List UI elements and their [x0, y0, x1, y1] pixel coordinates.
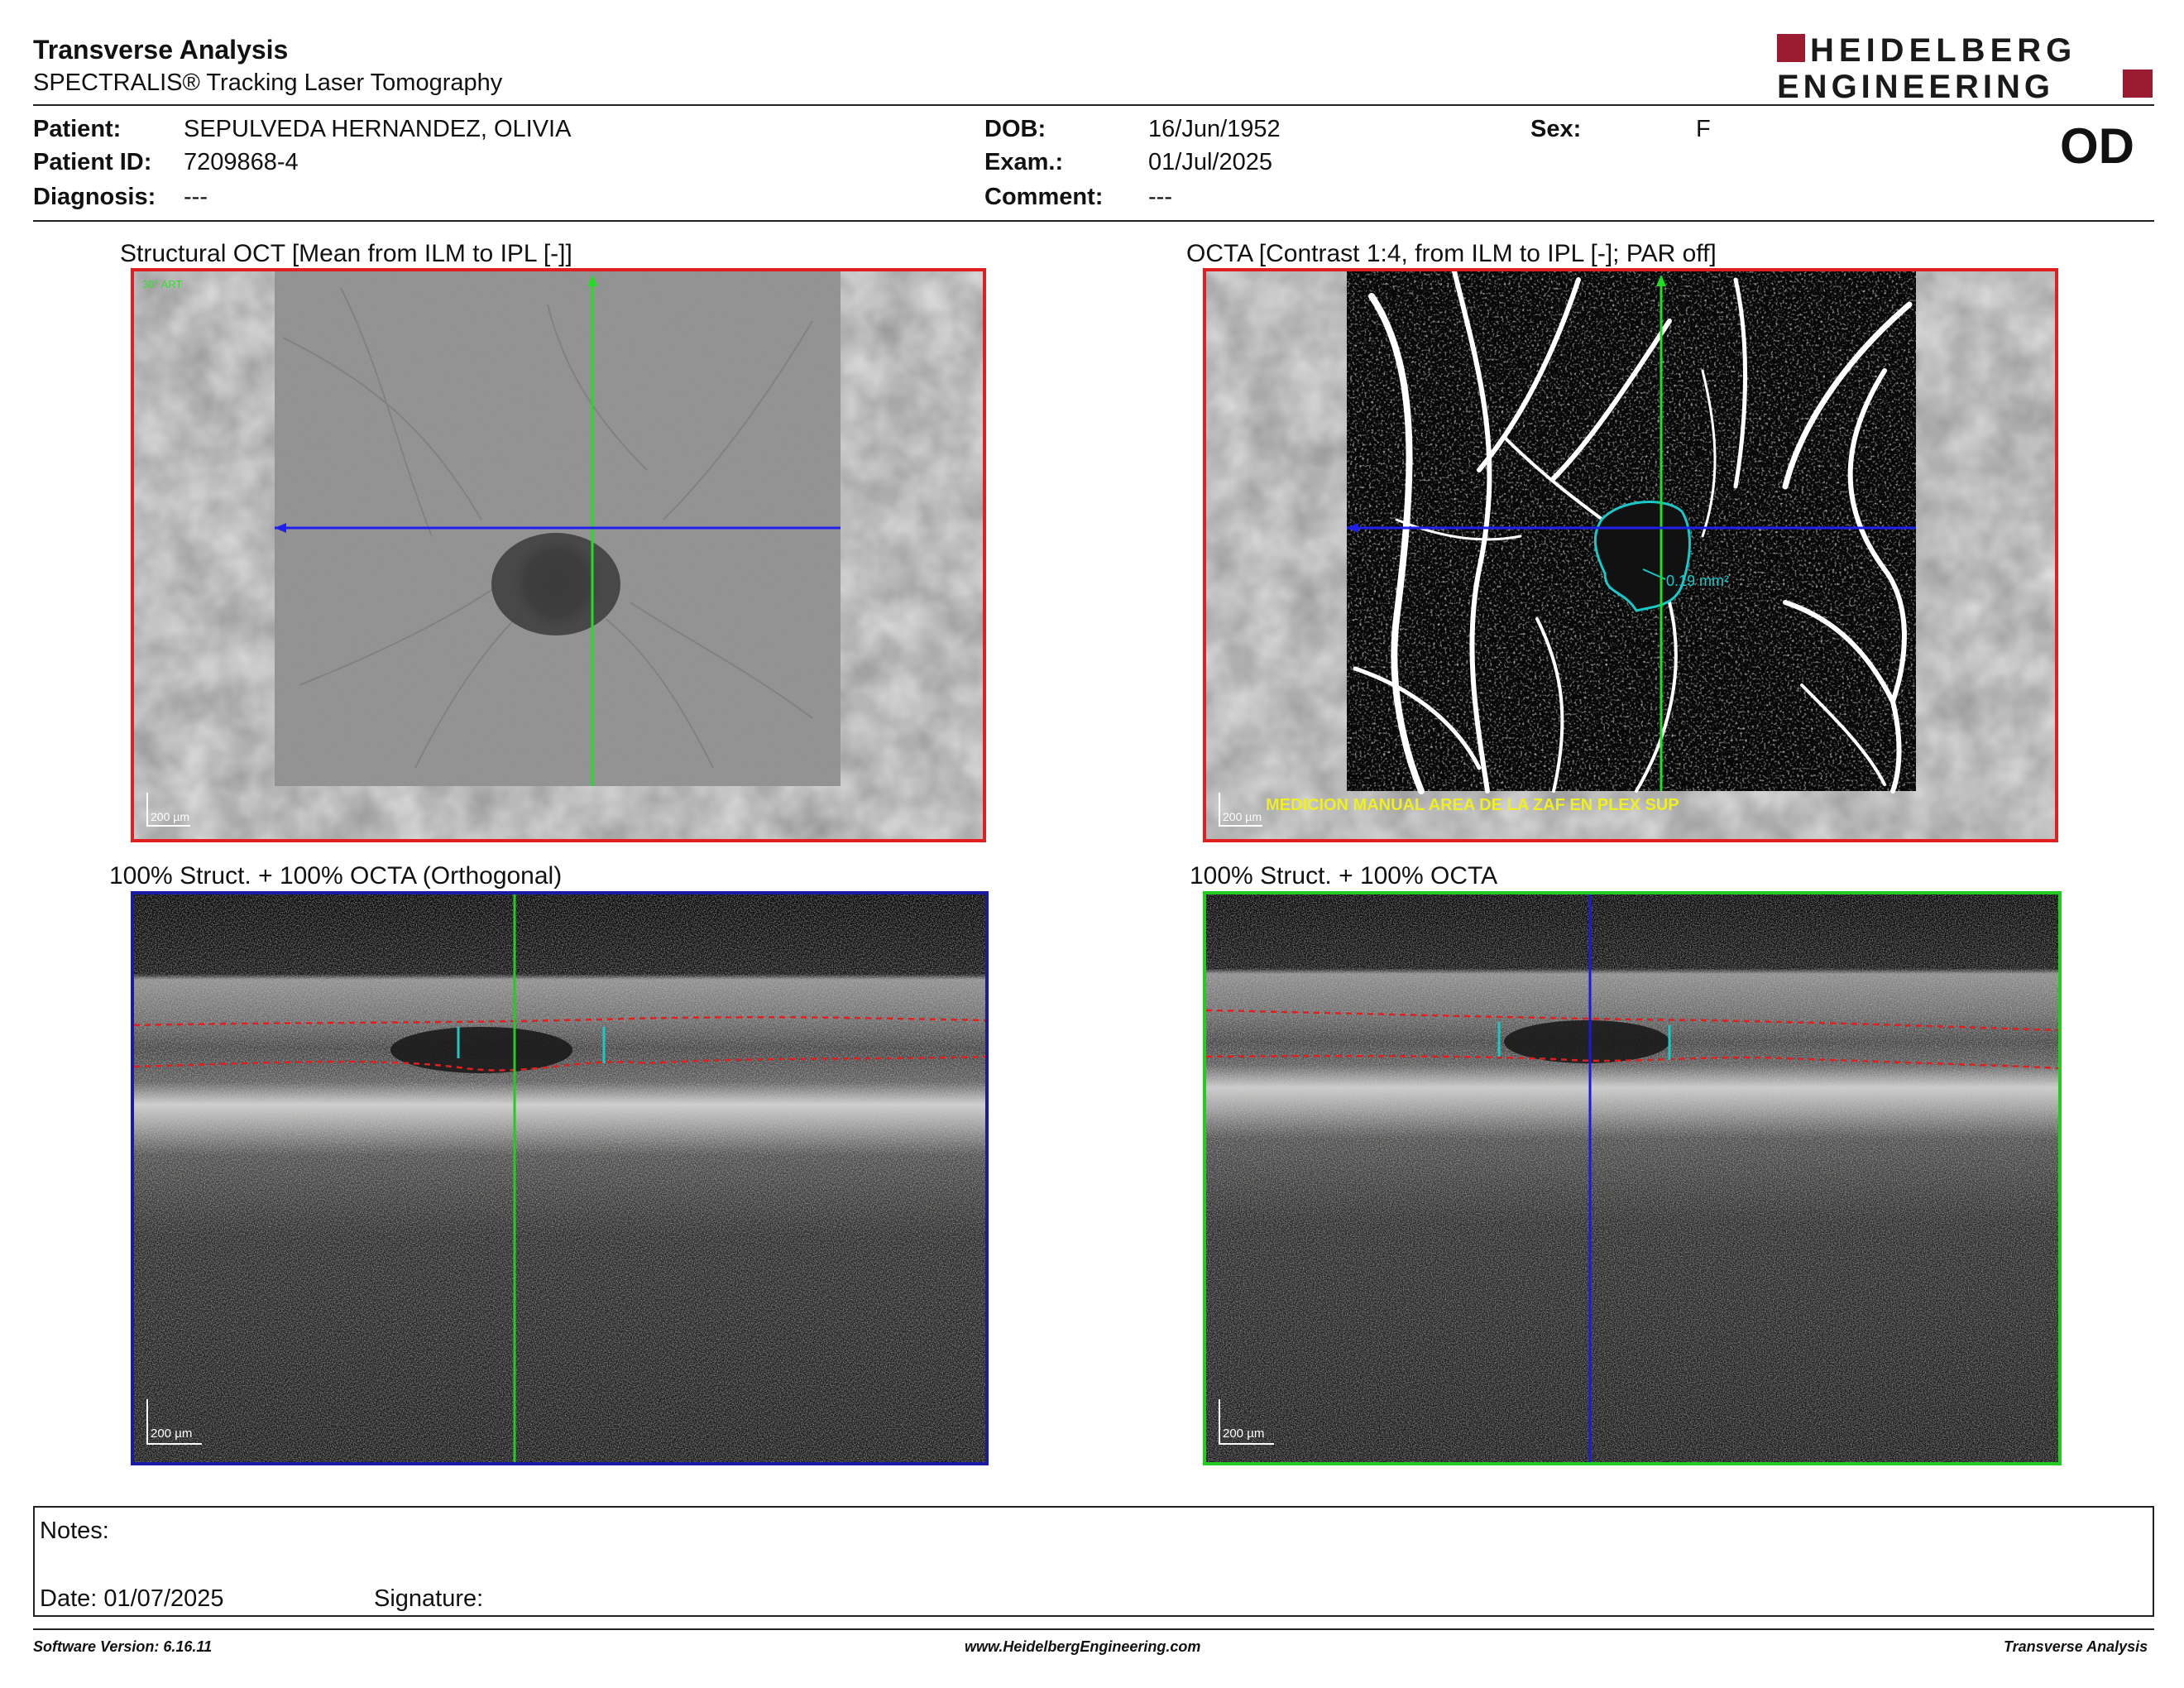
comment-value: ---	[1148, 184, 1172, 210]
patient-name: SEPULVEDA HERNANDEZ, OLIVIA	[184, 116, 572, 142]
orthogonal-bscan-image[interactable]: 200 µm	[131, 891, 989, 1465]
website-link[interactable]: www.HeidelbergEngineering.com	[965, 1638, 1200, 1656]
notes-label: Notes:	[40, 1518, 109, 1544]
dob-value: 16/Jun/1952	[1148, 116, 1281, 142]
comment-label: Comment:	[984, 184, 1104, 210]
diagnosis-label: Diagnosis:	[33, 184, 156, 210]
octa-image[interactable]: 0.19 mm² MEDICION MANUAL AREA DE LA ZAF …	[1203, 268, 2058, 842]
structural-oct-image[interactable]: 30° ART 200 µm	[131, 268, 986, 842]
sex-value: F	[1696, 116, 1711, 142]
notes-box[interactable]	[33, 1506, 2154, 1617]
diagnosis-value: ---	[184, 184, 208, 210]
bscan-image[interactable]: 200 µm	[1203, 891, 2062, 1465]
patient-id: 7209868-4	[184, 149, 299, 175]
faz-area-label: 0.19 mm²	[1666, 573, 1729, 589]
scale-bar-label: 200 µm	[1223, 1427, 1264, 1441]
exam-value: 01/Jul/2025	[1148, 149, 1272, 175]
orthogonal-title: 100% Struct. + 100% OCTA (Orthogonal)	[109, 862, 563, 890]
software-version: Software Version: 6.16.11	[33, 1638, 213, 1655]
report-subtitle: SPECTRALIS® Tracking Laser Tomography	[33, 70, 503, 96]
scale-bar-label: 200 µm	[151, 1427, 192, 1441]
eye-laterality: OD	[2060, 118, 2134, 174]
scale-bar-label: 200 µm	[1223, 810, 1262, 823]
footer-divider	[33, 1628, 2154, 1630]
patient-label: Patient:	[33, 116, 122, 142]
info-divider	[33, 220, 2154, 222]
heidelberg-logo: HEIDELBERG ENGINEERING	[1777, 32, 2153, 103]
brand-line-2: ENGINEERING	[1777, 69, 2054, 103]
header-divider	[33, 104, 2154, 106]
bscan-title: 100% Struct. + 100% OCTA	[1190, 862, 1498, 890]
octa-title: OCTA [Contrast 1:4, from ILM to IPL [-];…	[1186, 240, 1717, 267]
signature-label: Signature:	[374, 1585, 484, 1612]
manual-annotation: MEDICION MANUAL AREA DE LA ZAF EN PLEX S…	[1266, 796, 1679, 814]
report-title: Transverse Analysis	[33, 35, 289, 65]
structural-oct-title: Structural OCT [Mean from ILM to IPL [-]…	[120, 240, 572, 267]
scale-bar-label: 200 µm	[151, 810, 189, 823]
date-label: Date: 01/07/2025	[40, 1585, 224, 1612]
patient-id-label: Patient ID:	[33, 149, 152, 175]
exam-label: Exam.:	[984, 149, 1064, 175]
sex-label: Sex:	[1530, 116, 1582, 142]
footer-report-name: Transverse Analysis	[2004, 1638, 2148, 1655]
dob-label: DOB:	[984, 116, 1046, 142]
field-of-view-label: 30° ART	[142, 278, 182, 290]
brand-line-1: HEIDELBERG	[1810, 32, 2076, 69]
